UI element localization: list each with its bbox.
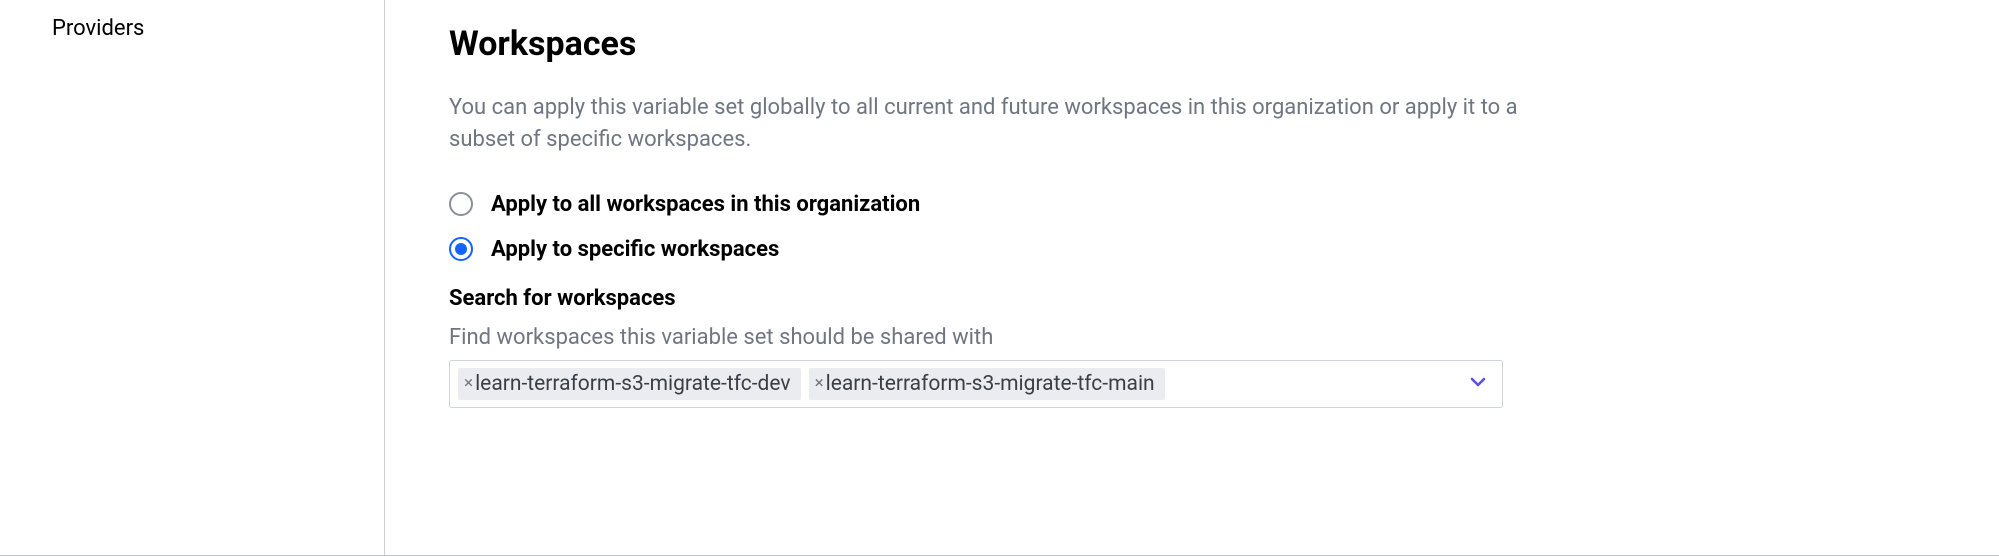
chevron-down-icon[interactable] — [1468, 372, 1488, 396]
radio-apply-all[interactable]: Apply to all workspaces in this organiza… — [449, 192, 1529, 217]
radio-inner-dot-icon — [455, 243, 467, 255]
radio-apply-specific[interactable]: Apply to specific workspaces — [449, 237, 1529, 262]
radio-circle-icon — [449, 192, 473, 216]
sidebar: Providers — [0, 0, 385, 556]
tag-label: learn-terraform-s3-migrate-tfc-dev — [475, 372, 790, 396]
remove-tag-icon[interactable]: × — [464, 375, 473, 392]
section-description: You can apply this variable set globally… — [449, 92, 1529, 156]
workspace-multiselect[interactable]: × learn-terraform-s3-migrate-tfc-dev × l… — [449, 360, 1503, 408]
search-label: Search for workspaces — [449, 286, 1529, 311]
selected-tag: × learn-terraform-s3-migrate-tfc-main — [809, 368, 1165, 400]
radio-label: Apply to all workspaces in this organiza… — [491, 192, 920, 217]
search-help-text: Find workspaces this variable set should… — [449, 325, 1529, 350]
radio-label: Apply to specific workspaces — [491, 237, 779, 262]
radio-circle-selected-icon — [449, 237, 473, 261]
remove-tag-icon[interactable]: × — [815, 375, 824, 392]
selected-tag: × learn-terraform-s3-migrate-tfc-dev — [458, 368, 801, 400]
sidebar-item-providers[interactable]: Providers — [0, 8, 384, 49]
main-content: Workspaces You can apply this variable s… — [449, 24, 1529, 408]
tag-label: learn-terraform-s3-migrate-tfc-main — [826, 372, 1155, 396]
scope-radio-group: Apply to all workspaces in this organiza… — [449, 192, 1529, 262]
section-title: Workspaces — [449, 24, 1529, 64]
